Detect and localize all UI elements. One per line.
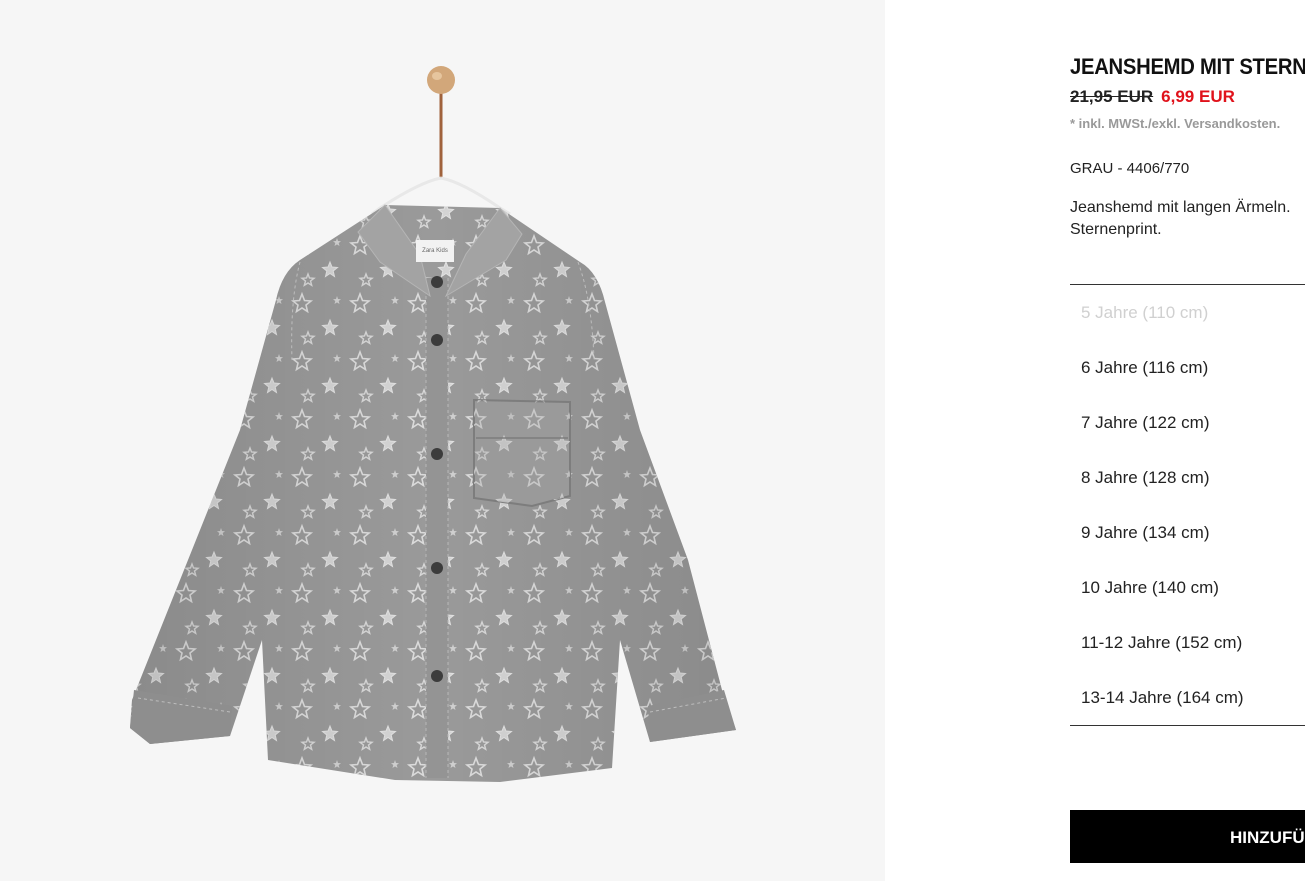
size-option[interactable]: 9 Jahre (134 cm) xyxy=(1070,505,1305,560)
sale-price: 6,99 EUR xyxy=(1161,87,1235,106)
tax-note: * inkl. MWSt./exkl. Versandkosten. xyxy=(1070,116,1281,131)
size-selector: 5 Jahre (110 cm) 6 Jahre (116 cm) 7 Jahr… xyxy=(1070,284,1305,726)
product-image-panel: Zara Kids xyxy=(0,0,885,881)
old-price: 21,95 EUR xyxy=(1070,87,1154,106)
size-option[interactable]: 11-12 Jahre (152 cm) xyxy=(1070,615,1305,670)
size-option[interactable]: 10 Jahre (140 cm) xyxy=(1070,560,1305,615)
product-description: Jeanshemd mit langen Ärmeln. Sternenprin… xyxy=(1070,199,1291,238)
color-reference: GRAU - 4406/770 xyxy=(1070,160,1190,177)
size-option[interactable]: 13-14 Jahre (164 cm) xyxy=(1070,670,1305,725)
shirt-image[interactable]: Zara Kids xyxy=(0,0,885,881)
price-row: 21,95 EUR 6,99 EUR xyxy=(1070,87,1235,107)
add-to-cart-button[interactable]: HINZUFÜGEN xyxy=(1070,810,1305,863)
size-option[interactable]: 7 Jahre (122 cm) xyxy=(1070,395,1305,450)
product-info-panel: JEANSHEMD MIT STERNEN 21,95 EUR6,99 EUR … xyxy=(1070,0,1305,881)
size-option[interactable]: 8 Jahre (128 cm) xyxy=(1070,450,1305,505)
label-text: Zara Kids xyxy=(422,248,448,254)
product-title: JEANSHEMD MIT STERNEN xyxy=(1070,54,1305,79)
size-option[interactable]: 6 Jahre (116 cm) xyxy=(1070,340,1305,395)
size-option: 5 Jahre (110 cm) xyxy=(1081,303,1209,322)
